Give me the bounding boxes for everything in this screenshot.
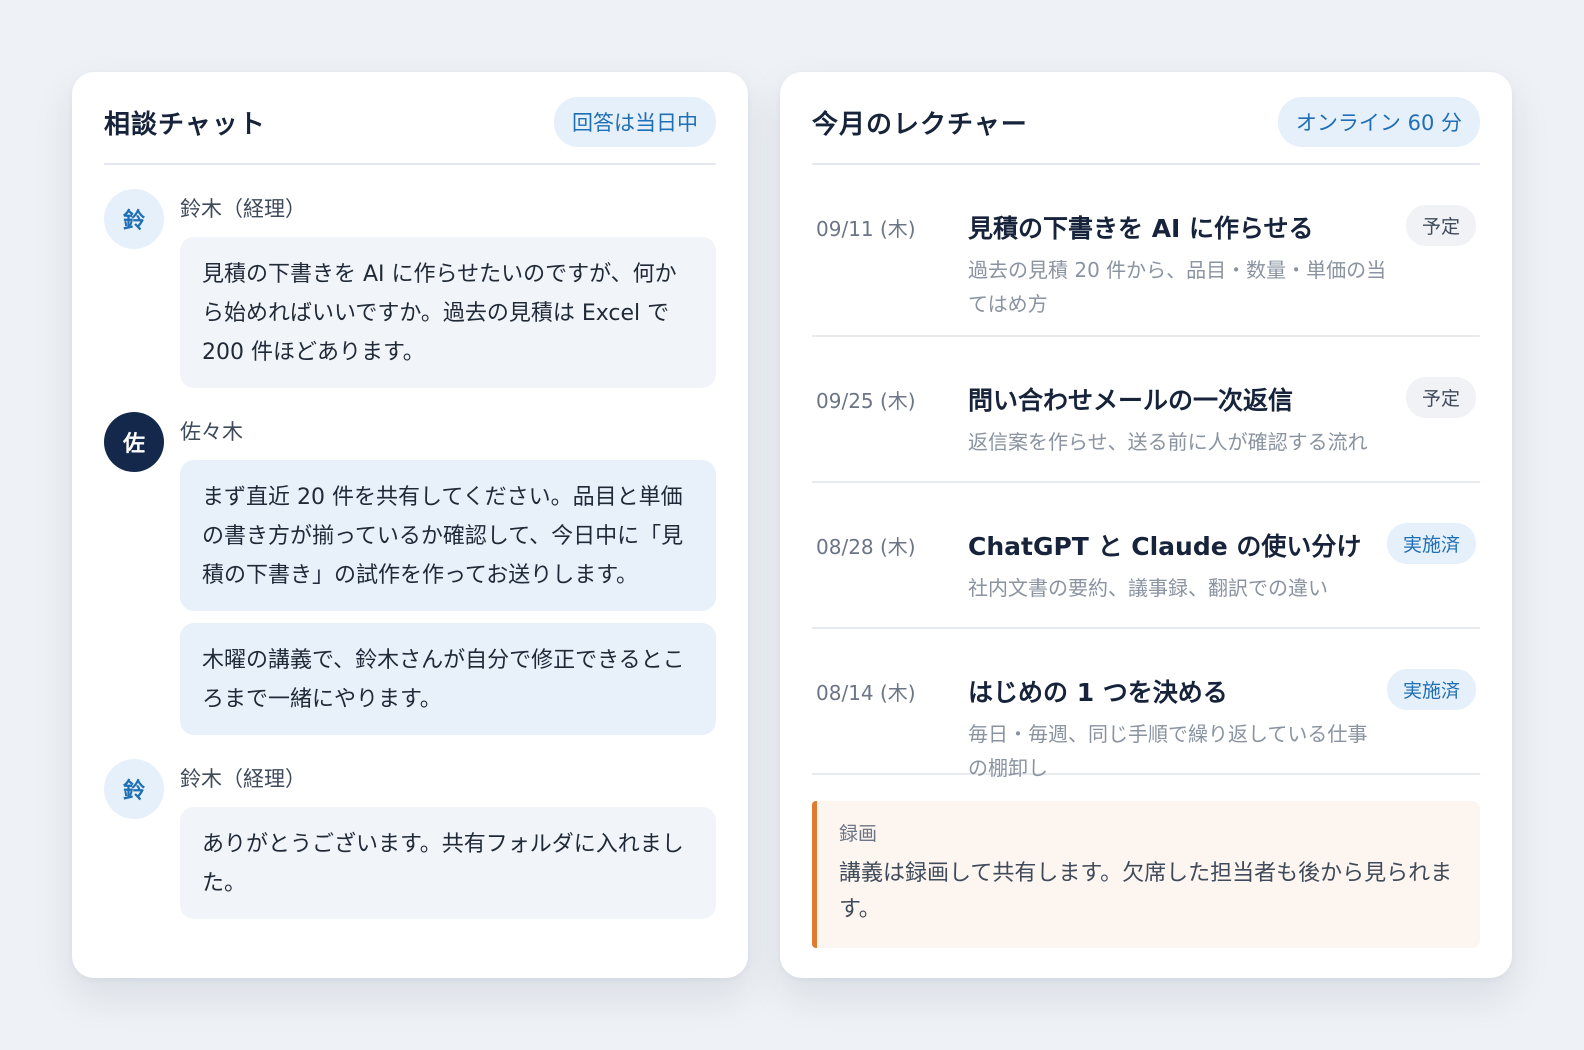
avatar: 佐	[104, 412, 164, 472]
note-text: 講義は録画して共有します。欠席した担当者も後から見られます。	[839, 861, 1453, 922]
lecture-title: ChatGPT と Claude の使い分け	[968, 532, 1362, 561]
lecture-date: 08/14 (木)	[816, 681, 916, 705]
lecture-description: 返信案を作らせ、送る前に人が確認する流れ	[968, 430, 1368, 454]
lecture-title: 問い合わせメールの一次返信	[968, 386, 1294, 415]
avatar: 鈴	[104, 759, 164, 819]
message-bubble: ありがとうございます。共有フォルダに入れました。	[180, 807, 716, 919]
message-bubble: 見積の下書きを AI に作らせたいのですが、何から始めればいいですか。過去の見積…	[180, 237, 716, 388]
lectures-panel: 今月のレクチャー オンライン 60 分 09/11 (木) 見積の下書きを AI…	[780, 72, 1512, 978]
chat-title: 相談チャット	[104, 109, 266, 140]
lecture-date: 09/25 (木)	[816, 389, 916, 413]
status-badge: 予定	[1405, 205, 1476, 246]
sender-name: 鈴木（経理）	[180, 197, 306, 221]
chat-header: 相談チャット 回答は当日中	[104, 97, 716, 165]
chat-message: 鈴 鈴木（経理） ありがとうございます。共有フォルダに入れました。	[104, 759, 716, 931]
response-time-badge: 回答は当日中	[554, 97, 716, 147]
status-badge: 実施済	[1386, 523, 1476, 564]
lecture-item[interactable]: 09/25 (木) 問い合わせメールの一次返信 返信案を作らせ、送る前に人が確認…	[812, 337, 1480, 483]
lecture-title: はじめの 1 つを決める	[968, 678, 1228, 707]
recording-note: 録画 講義は録画して共有します。欠席した担当者も後から見られます。	[812, 801, 1480, 948]
lecture-description: 社内文書の要約、議事録、翻訳での違い	[968, 576, 1328, 600]
lecture-title: 見積の下書きを AI に作らせる	[968, 214, 1314, 243]
format-badge: オンライン 60 分	[1277, 97, 1480, 147]
note-label: 録画	[839, 823, 878, 845]
message-bubble: まず直近 20 件を共有してください。品目と単価の書き方が揃っているか確認して、…	[180, 460, 716, 611]
lecture-item[interactable]: 08/28 (木) ChatGPT と Claude の使い分け 社内文書の要約…	[812, 483, 1480, 629]
avatar: 鈴	[104, 189, 164, 249]
lecture-date: 08/28 (木)	[816, 535, 916, 559]
lectures-title: 今月のレクチャー	[812, 109, 1028, 140]
chat-panel: 相談チャット 回答は当日中 鈴 鈴木（経理） 見積の下書きを AI に作らせたい…	[72, 72, 748, 978]
chat-message: 鈴 鈴木（経理） 見積の下書きを AI に作らせたいのですが、何から始めればいい…	[104, 189, 716, 400]
lecture-list: 09/11 (木) 見積の下書きを AI に作らせる 過去の見積 20 件から、…	[812, 165, 1480, 780]
status-badge: 予定	[1405, 377, 1476, 418]
status-badge: 実施済	[1386, 669, 1476, 710]
message-bubble: 木曜の講義で、鈴木さんが自分で修正できるところまで一緒にやります。	[180, 623, 716, 735]
lecture-item[interactable]: 09/11 (木) 見積の下書きを AI に作らせる 過去の見積 20 件から、…	[812, 165, 1480, 337]
lecture-description: 毎日・毎週、同じ手順で繰り返している仕事の棚卸し	[968, 722, 1368, 780]
sender-name: 佐々木	[180, 420, 243, 444]
lectures-header: 今月のレクチャー オンライン 60 分	[812, 97, 1480, 165]
sender-name: 鈴木（経理）	[180, 767, 306, 791]
lecture-description: 過去の見積 20 件から、品目・数量・単価の当てはめ方	[968, 258, 1387, 316]
lecture-item[interactable]: 08/14 (木) はじめの 1 つを決める 毎日・毎週、同じ手順で繰り返してい…	[812, 629, 1480, 780]
lecture-date: 09/11 (木)	[816, 217, 916, 241]
chat-message: 佐 佐々木 まず直近 20 件を共有してください。品目と単価の書き方が揃っている…	[104, 412, 716, 747]
